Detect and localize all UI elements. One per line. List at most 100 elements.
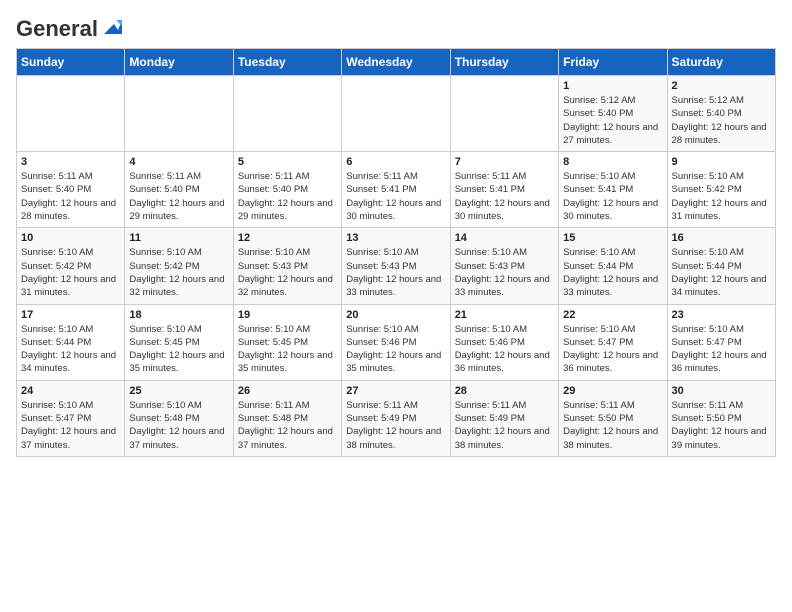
calendar-cell: 1Sunrise: 5:12 AMSunset: 5:40 PMDaylight… (559, 76, 667, 152)
calendar-cell: 17Sunrise: 5:10 AMSunset: 5:44 PMDayligh… (17, 304, 125, 380)
calendar-cell: 15Sunrise: 5:10 AMSunset: 5:44 PMDayligh… (559, 228, 667, 304)
calendar-week-4: 17Sunrise: 5:10 AMSunset: 5:44 PMDayligh… (17, 304, 776, 380)
day-number: 13 (346, 232, 445, 244)
calendar-cell: 28 Sunrise: 5:11 AMSunset: 5:49 PMDayligh… (450, 380, 558, 456)
day-info: Sunrise: 5:10 AMSunset: 5:47 PMDaylight:… (21, 399, 120, 452)
day-info: Sunrise: 5:10 AMSunset: 5:46 PMDaylight:… (346, 323, 445, 376)
day-number: 28 (455, 385, 554, 397)
calendar-cell: 22Sunrise: 5:10 AMSunset: 5:47 PMDayligh… (559, 304, 667, 380)
calendar-cell: 29 Sunrise: 5:11 AMSunset: 5:50 PMDayligh… (559, 380, 667, 456)
calendar-cell: 26Sunrise: 5:11 AMSunset: 5:48 PMDayligh… (233, 380, 341, 456)
day-info: Sunrise: 5:11 AMSunset: 5:49 PMDaylight:… (455, 399, 554, 452)
day-number: 15 (563, 232, 662, 244)
day-number: 22 (563, 309, 662, 321)
calendar-cell: 20 Sunrise: 5:10 AMSunset: 5:46 PMDayligh… (342, 304, 450, 380)
day-number: 12 (238, 232, 337, 244)
calendar-cell: 12 Sunrise: 5:10 AMSunset: 5:43 PMDayligh… (233, 228, 341, 304)
day-info: Sunrise: 5:10 AMSunset: 5:44 PMDaylight:… (21, 323, 120, 376)
day-info: Sunrise: 5:11 AMSunset: 5:40 PMDaylight:… (129, 170, 228, 223)
calendar-cell: 4 Sunrise: 5:11 AMSunset: 5:40 PMDaylight… (125, 152, 233, 228)
day-info: Sunrise: 5:10 AMSunset: 5:45 PMDaylight:… (129, 323, 228, 376)
day-number: 30 (672, 385, 771, 397)
calendar-header-friday: Friday (559, 49, 667, 76)
calendar-header-saturday: Saturday (667, 49, 775, 76)
day-number: 29 (563, 385, 662, 397)
day-info: Sunrise: 5:10 AMSunset: 5:47 PMDaylight:… (672, 323, 771, 376)
day-info: Sunrise: 5:11 AMSunset: 5:49 PMDaylight:… (346, 399, 445, 452)
day-info: Sunrise: 5:10 AMSunset: 5:42 PMDaylight:… (672, 170, 771, 223)
day-number: 14 (455, 232, 554, 244)
calendar-cell: 30 Sunrise: 5:11 AMSunset: 5:50 PMDayligh… (667, 380, 775, 456)
calendar-header-row: SundayMondayTuesdayWednesdayThursdayFrid… (17, 49, 776, 76)
day-number: 3 (21, 156, 120, 168)
calendar-header-sunday: Sunday (17, 49, 125, 76)
day-number: 11 (129, 232, 228, 244)
calendar-cell: 21 Sunrise: 5:10 AMSunset: 5:46 PMDayligh… (450, 304, 558, 380)
day-number: 16 (672, 232, 771, 244)
calendar-cell: 3 Sunrise: 5:11 AMSunset: 5:40 PMDaylight… (17, 152, 125, 228)
day-info: Sunrise: 5:11 AMSunset: 5:40 PMDaylight:… (21, 170, 120, 223)
calendar-cell: 8 Sunrise: 5:10 AMSunset: 5:41 PMDaylight… (559, 152, 667, 228)
day-number: 2 (672, 80, 771, 92)
calendar-week-1: 1Sunrise: 5:12 AMSunset: 5:40 PMDaylight… (17, 76, 776, 152)
calendar-cell: 10 Sunrise: 5:10 AMSunset: 5:42 PMDayligh… (17, 228, 125, 304)
day-number: 23 (672, 309, 771, 321)
calendar-cell: 24 Sunrise: 5:10 AMSunset: 5:47 PMDayligh… (17, 380, 125, 456)
day-number: 25 (129, 385, 228, 397)
day-number: 9 (672, 156, 771, 168)
day-number: 6 (346, 156, 445, 168)
day-number: 8 (563, 156, 662, 168)
day-info: Sunrise: 5:10 AMSunset: 5:44 PMDaylight:… (672, 246, 771, 299)
calendar-header-wednesday: Wednesday (342, 49, 450, 76)
day-info: Sunrise: 5:11 AMSunset: 5:41 PMDaylight:… (346, 170, 445, 223)
day-info: Sunrise: 5:10 AMSunset: 5:41 PMDaylight:… (563, 170, 662, 223)
day-number: 5 (238, 156, 337, 168)
calendar-table: SundayMondayTuesdayWednesdayThursdayFrid… (16, 48, 776, 457)
day-number: 24 (21, 385, 120, 397)
day-info: Sunrise: 5:11 AMSunset: 5:50 PMDaylight:… (563, 399, 662, 452)
day-number: 19 (238, 309, 337, 321)
calendar-header-thursday: Thursday (450, 49, 558, 76)
day-info: Sunrise: 5:10 AMSunset: 5:46 PMDaylight:… (455, 323, 554, 376)
calendar-cell: 16 Sunrise: 5:10 AMSunset: 5:44 PMDayligh… (667, 228, 775, 304)
day-number: 27 (346, 385, 445, 397)
day-info: Sunrise: 5:10 AMSunset: 5:43 PMDaylight:… (346, 246, 445, 299)
day-info: Sunrise: 5:10 AMSunset: 5:43 PMDaylight:… (238, 246, 337, 299)
calendar-cell: 18 Sunrise: 5:10 AMSunset: 5:45 PMDayligh… (125, 304, 233, 380)
calendar-cell (450, 76, 558, 152)
day-number: 7 (455, 156, 554, 168)
day-info: Sunrise: 5:10 AMSunset: 5:42 PMDaylight:… (21, 246, 120, 299)
day-number: 21 (455, 309, 554, 321)
calendar-cell: 25Sunrise: 5:10 AMSunset: 5:48 PMDayligh… (125, 380, 233, 456)
calendar-cell (342, 76, 450, 152)
day-number: 10 (21, 232, 120, 244)
calendar-cell: 6 Sunrise: 5:11 AMSunset: 5:41 PMDaylight… (342, 152, 450, 228)
day-info: Sunrise: 5:11 AMSunset: 5:41 PMDaylight:… (455, 170, 554, 223)
calendar-cell: 7 Sunrise: 5:11 AMSunset: 5:41 PMDaylight… (450, 152, 558, 228)
logo-icon (100, 16, 122, 38)
day-number: 18 (129, 309, 228, 321)
calendar-cell: 13 Sunrise: 5:10 AMSunset: 5:43 PMDayligh… (342, 228, 450, 304)
calendar-cell: 11Sunrise: 5:10 AMSunset: 5:42 PMDayligh… (125, 228, 233, 304)
day-number: 4 (129, 156, 228, 168)
calendar-cell (17, 76, 125, 152)
calendar-cell: 9 Sunrise: 5:10 AMSunset: 5:42 PMDaylight… (667, 152, 775, 228)
calendar-cell: 19 Sunrise: 5:10 AMSunset: 5:45 PMDayligh… (233, 304, 341, 380)
day-info: Sunrise: 5:11 AMSunset: 5:40 PMDaylight:… (238, 170, 337, 223)
page-header: General (16, 16, 776, 38)
day-number: 1 (563, 80, 662, 92)
calendar-week-2: 3 Sunrise: 5:11 AMSunset: 5:40 PMDaylight… (17, 152, 776, 228)
day-info: Sunrise: 5:10 AMSunset: 5:43 PMDaylight:… (455, 246, 554, 299)
calendar-cell: 2Sunrise: 5:12 AMSunset: 5:40 PMDaylight… (667, 76, 775, 152)
calendar-cell: 5 Sunrise: 5:11 AMSunset: 5:40 PMDaylight… (233, 152, 341, 228)
calendar-cell: 23 Sunrise: 5:10 AMSunset: 5:47 PMDayligh… (667, 304, 775, 380)
logo-general: General (16, 16, 98, 42)
day-number: 26 (238, 385, 337, 397)
calendar-week-3: 10 Sunrise: 5:10 AMSunset: 5:42 PMDayligh… (17, 228, 776, 304)
day-info: Sunrise: 5:11 AMSunset: 5:50 PMDaylight:… (672, 399, 771, 452)
day-info: Sunrise: 5:10 AMSunset: 5:45 PMDaylight:… (238, 323, 337, 376)
day-number: 20 (346, 309, 445, 321)
calendar-cell (125, 76, 233, 152)
calendar-header-monday: Monday (125, 49, 233, 76)
calendar-header-tuesday: Tuesday (233, 49, 341, 76)
